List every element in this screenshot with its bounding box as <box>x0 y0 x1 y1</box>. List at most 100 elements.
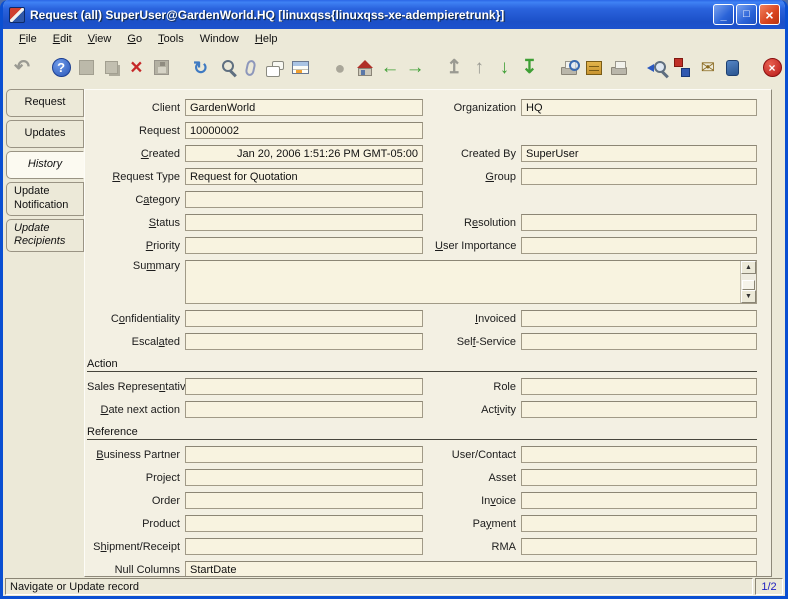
undo-button[interactable]: ↶ <box>10 55 34 81</box>
label-client: Client <box>87 102 185 114</box>
menu-bar: FileEditViewGoToolsWindowHelp <box>3 29 785 49</box>
first-record-button[interactable]: ↥ <box>442 55 466 81</box>
label-resolution: Resolution <box>435 217 521 229</box>
section-action: Action <box>87 356 757 372</box>
field-activity[interactable] <box>521 401 757 418</box>
detail-record-button[interactable]: ↓ <box>492 55 516 81</box>
field-priority[interactable] <box>185 237 423 254</box>
scroll-up-icon[interactable]: ▲ <box>741 261 756 274</box>
tab-request[interactable]: Request <box>6 89 84 117</box>
field-invoice[interactable] <box>521 492 757 509</box>
row-category: Category <box>87 191 757 208</box>
label-created: Created <box>87 148 185 160</box>
attachment-icon <box>245 59 257 77</box>
label-activity: Activity <box>435 404 521 416</box>
find-icon <box>222 60 234 72</box>
new-record-button[interactable] <box>74 55 98 81</box>
field-asset[interactable] <box>521 469 757 486</box>
field-project[interactable] <box>185 469 423 486</box>
help-icon: ? <box>52 58 71 77</box>
scroll-down-icon[interactable]: ▼ <box>741 290 756 303</box>
field-invoiced[interactable] <box>521 310 757 327</box>
field-summary[interactable]: ▲▼ <box>185 260 757 304</box>
tab-updates[interactable]: Updates <box>6 120 84 148</box>
previous-record-button[interactable]: ← <box>378 55 402 81</box>
minimize-button[interactable]: _ <box>713 4 734 25</box>
field-request-type[interactable]: Request for Quotation <box>185 168 423 185</box>
menu-view[interactable]: View <box>80 31 120 47</box>
tab-update-notification[interactable]: Update Notification <box>6 182 84 216</box>
chat-button[interactable] <box>264 55 288 81</box>
row-confidentiality: ConfidentialityInvoiced <box>87 310 757 327</box>
product-info-button[interactable] <box>721 55 745 81</box>
refresh-button[interactable]: ↻ <box>188 55 212 81</box>
check-requests-button[interactable]: ✉ <box>696 55 720 81</box>
menu-window[interactable]: Window <box>192 31 247 47</box>
field-status[interactable] <box>185 214 423 231</box>
print-preview-button[interactable] <box>556 55 580 81</box>
textarea-content[interactable] <box>186 261 740 303</box>
label-invoiced: Invoiced <box>435 313 521 325</box>
field-category[interactable] <box>185 191 423 208</box>
scroll-thumb[interactable] <box>742 280 755 290</box>
menu-help[interactable]: Help <box>247 31 286 47</box>
tab-label: Update Recipients <box>14 222 79 250</box>
detail-record-icon: ↓ <box>500 58 510 77</box>
field-resolution[interactable] <box>521 214 757 231</box>
field-null-columns[interactable]: StartDate <box>185 561 757 577</box>
row-created: CreatedJan 20, 2006 1:51:26 PM GMT-05:00… <box>87 145 757 162</box>
field-request[interactable]: 10000002 <box>185 122 423 139</box>
field-self-service[interactable] <box>521 333 757 350</box>
next-record-button[interactable]: → <box>403 55 427 81</box>
menu-go[interactable]: Go <box>119 31 150 47</box>
maximize-button[interactable]: □ <box>736 4 757 25</box>
label-product: Product <box>87 518 185 530</box>
field-created-by[interactable]: SuperUser <box>521 145 757 162</box>
scrollbar[interactable]: ▲▼ <box>740 261 756 303</box>
label-sales-representative: Sales Representative <box>87 381 185 393</box>
close-button[interactable]: × <box>759 4 780 25</box>
field-user-contact[interactable] <box>521 446 757 463</box>
field-group[interactable] <box>521 168 757 185</box>
field-shipment-receipt[interactable] <box>185 538 423 555</box>
menu-lookup-button[interactable]: ● <box>328 55 352 81</box>
field-user-importance[interactable] <box>521 237 757 254</box>
last-record-button[interactable]: ↧ <box>517 55 541 81</box>
field-confidentiality[interactable] <box>185 310 423 327</box>
zoom-across-button[interactable] <box>646 55 670 81</box>
field-client[interactable]: GardenWorld <box>185 99 423 116</box>
field-payment[interactable] <box>521 515 757 532</box>
field-organization[interactable]: HQ <box>521 99 757 116</box>
label-order: Order <box>87 495 185 507</box>
help-button[interactable]: ? <box>49 55 73 81</box>
find-button[interactable] <box>214 55 238 81</box>
field-created[interactable]: Jan 20, 2006 1:51:26 PM GMT-05:00 <box>185 145 423 162</box>
grid-toggle-button[interactable] <box>289 55 313 81</box>
field-escalated[interactable] <box>185 333 423 350</box>
attachment-button[interactable] <box>239 55 263 81</box>
archive-button[interactable] <box>582 55 606 81</box>
menu-tools[interactable]: Tools <box>150 31 192 47</box>
menu-edit[interactable]: Edit <box>45 31 80 47</box>
field-role[interactable] <box>521 378 757 395</box>
field-sales-representative[interactable] <box>185 378 423 395</box>
tab-history[interactable]: History <box>6 151 84 179</box>
print-button[interactable] <box>607 55 631 81</box>
tab-update-recipients[interactable]: Update Recipients <box>6 219 84 253</box>
field-date-next-action[interactable] <box>185 401 423 418</box>
field-rma[interactable] <box>521 538 757 555</box>
check-requests-icon: ✉ <box>701 59 715 76</box>
title-bar[interactable]: Request (all) SuperUser@GardenWorld.HQ [… <box>3 0 785 29</box>
menu-file[interactable]: File <box>11 31 45 47</box>
parent-record-button[interactable]: ↑ <box>467 55 491 81</box>
field-product[interactable] <box>185 515 423 532</box>
copy-record-button[interactable] <box>99 55 123 81</box>
home-button[interactable] <box>353 55 377 81</box>
field-business-partner[interactable] <box>185 446 423 463</box>
exit-button[interactable]: × <box>760 55 784 81</box>
workflow-button[interactable] <box>671 55 695 81</box>
field-order[interactable] <box>185 492 423 509</box>
delete-record-button[interactable]: × <box>124 55 148 81</box>
save-record-button[interactable] <box>149 55 173 81</box>
section-label: Reference <box>87 426 757 440</box>
